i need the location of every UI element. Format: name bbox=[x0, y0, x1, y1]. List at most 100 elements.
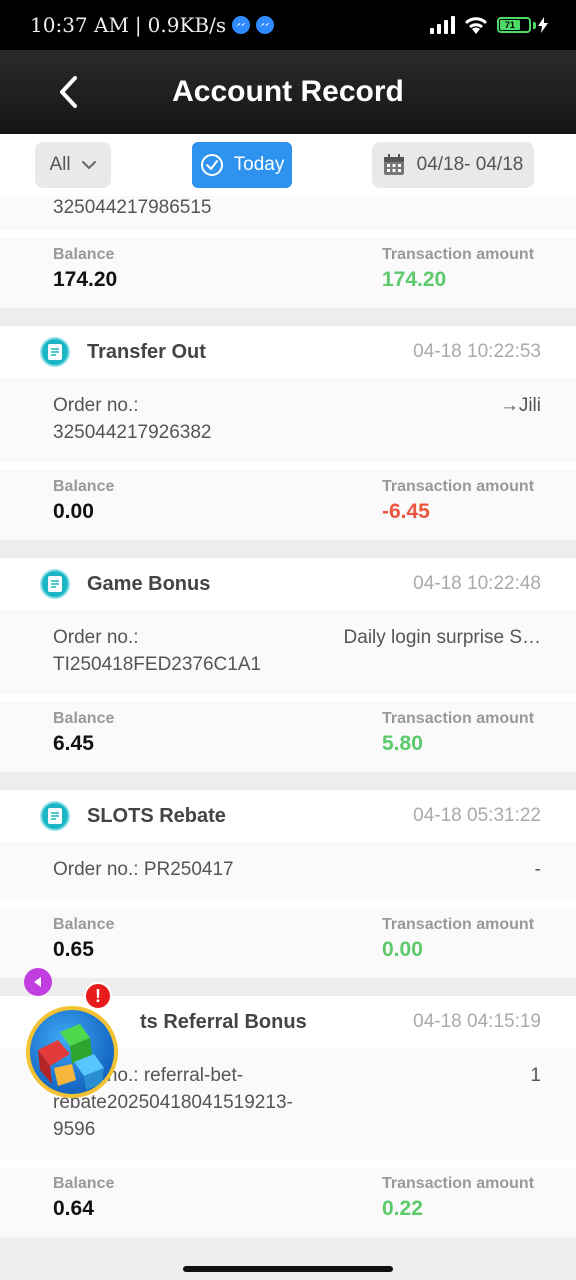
amount-value: 0.00 bbox=[382, 938, 423, 961]
alert-badge[interactable]: ! bbox=[84, 982, 112, 1010]
amount-row: Balance 0.00 Transaction amount -6.45 bbox=[0, 470, 576, 540]
signal-icon bbox=[430, 16, 455, 34]
page-title: Account Record bbox=[172, 75, 404, 108]
amount-label: Transaction amount bbox=[382, 478, 535, 495]
floating-game-widget[interactable] bbox=[26, 1006, 118, 1098]
balance-value: 0.64 bbox=[53, 1197, 94, 1220]
record-type: SLOTS Rebate bbox=[87, 804, 226, 827]
filter-bar: All Today 04/18- 04/18 bbox=[0, 134, 576, 196]
battery-tip bbox=[533, 21, 536, 29]
status-time: 10:37 AM bbox=[30, 13, 129, 37]
status-bar: 10:37 AM | 0.9KB/s 71 bbox=[0, 0, 576, 50]
amount-row: Balance 0.64 Transaction amount 0.22 bbox=[0, 1167, 576, 1237]
battery-level: 71 bbox=[500, 20, 520, 30]
divider bbox=[0, 462, 576, 470]
date-range-picker[interactable]: 04/18- 04/18 bbox=[372, 142, 534, 188]
check-circle-icon bbox=[200, 154, 223, 176]
battery-icon: 71 bbox=[497, 17, 548, 33]
record-card[interactable]: Game Bonus 04-18 10:22:48 Order no.: TI2… bbox=[0, 558, 576, 772]
amount-label: Transaction amount bbox=[382, 246, 535, 263]
order-detail: - bbox=[534, 859, 541, 880]
order-number: 325044217986515 bbox=[0, 196, 576, 230]
cube-game-icon bbox=[38, 1024, 104, 1090]
balance-column: Balance 6.45 bbox=[53, 710, 382, 772]
amount-value: 174.20 bbox=[382, 268, 447, 291]
balance-value: 0.00 bbox=[53, 500, 94, 523]
amount-label: Transaction amount bbox=[382, 710, 535, 727]
record-header: SLOTS Rebate 04-18 05:31:22 bbox=[0, 790, 576, 842]
balance-column: Balance 0.00 bbox=[53, 478, 382, 540]
amount-column: Transaction amount 5.80 bbox=[382, 710, 572, 772]
amount-column: Transaction amount -6.45 bbox=[382, 478, 572, 540]
order-label: Order no.: bbox=[53, 627, 139, 648]
order-number: TI250418FED2376C1A1 bbox=[53, 654, 262, 675]
record-type: ts Referral Bonus bbox=[140, 1010, 307, 1033]
record-card[interactable]: SLOTS Rebate 04-18 05:31:22 Order no.: P… bbox=[0, 790, 576, 978]
record-card[interactable]: Transfer Out 04-18 10:22:53 Order no.: 3… bbox=[0, 326, 576, 540]
record-card-partial: 325044217986515 Balance 174.20 Transacti… bbox=[0, 196, 576, 308]
record-header: Game Bonus 04-18 10:22:48 bbox=[0, 558, 576, 610]
calendar-icon bbox=[383, 154, 404, 175]
home-indicator[interactable] bbox=[183, 1266, 393, 1272]
chevron-down-icon bbox=[81, 161, 96, 170]
record-type: Transfer Out bbox=[87, 340, 206, 363]
record-list[interactable]: 325044217986515 Balance 174.20 Transacti… bbox=[0, 196, 576, 1280]
order-number-line: 9596 bbox=[53, 1119, 96, 1140]
battery-body: 71 bbox=[497, 17, 531, 33]
order-label: Order no.: PR250417 bbox=[53, 859, 234, 880]
amount-label: Transaction amount bbox=[382, 916, 535, 933]
divider bbox=[0, 900, 576, 908]
status-left: 10:37 AM | 0.9KB/s bbox=[30, 13, 275, 37]
balance-label: Balance bbox=[53, 916, 115, 933]
amount-column: Transaction amount 0.22 bbox=[382, 1175, 572, 1237]
amount-value: 5.80 bbox=[382, 732, 423, 755]
balance-label: Balance bbox=[53, 478, 115, 495]
date-range-label: 04/18- 04/18 bbox=[416, 154, 524, 175]
network-speed: 0.9KB/s bbox=[147, 13, 227, 37]
chevron-left-icon bbox=[60, 76, 77, 108]
divider bbox=[0, 1159, 576, 1167]
receipt-icon bbox=[40, 569, 70, 599]
triangle-left-icon bbox=[34, 977, 41, 987]
type-filter-label: All bbox=[49, 154, 71, 175]
order-info: Order no.: PR250417 bbox=[53, 856, 234, 884]
amount-column: Transaction amount 174.20 bbox=[382, 246, 572, 308]
amount-row: Balance 0.65 Transaction amount 0.00 bbox=[0, 908, 576, 978]
receipt-icon bbox=[40, 337, 70, 367]
record-time: 04-18 05:31:22 bbox=[413, 805, 541, 826]
order-label: Order no.: bbox=[53, 395, 139, 416]
order-row: Order no.: TI250418FED2376C1A1 Daily log… bbox=[0, 610, 576, 694]
charging-icon bbox=[538, 17, 548, 33]
balance-label: Balance bbox=[53, 246, 115, 263]
status-separator: | bbox=[134, 13, 142, 37]
order-detail: 1 bbox=[530, 1065, 541, 1086]
card-gap bbox=[0, 772, 576, 790]
amount-value: -6.45 bbox=[382, 500, 430, 523]
collapse-widget-button[interactable] bbox=[24, 968, 52, 996]
record-time: 04-18 10:22:48 bbox=[413, 573, 541, 594]
back-button[interactable] bbox=[48, 66, 88, 118]
wifi-icon bbox=[464, 17, 488, 34]
divider bbox=[0, 230, 576, 238]
record-header: Transfer Out 04-18 10:22:53 bbox=[0, 326, 576, 378]
order-info: Order no.: TI250418FED2376C1A1 bbox=[53, 624, 261, 678]
today-filter-button[interactable]: Today bbox=[192, 142, 292, 188]
balance-label: Balance bbox=[53, 1175, 115, 1192]
order-detail: Daily login surprise S… bbox=[343, 627, 541, 648]
receipt-icon bbox=[40, 801, 70, 831]
card-gap bbox=[0, 540, 576, 558]
divider bbox=[0, 694, 576, 702]
balance-value: 174.20 bbox=[53, 268, 118, 291]
order-detail: →Jili bbox=[499, 395, 541, 416]
status-right: 71 bbox=[429, 15, 548, 35]
record-type: Game Bonus bbox=[87, 572, 211, 595]
balance-column: Balance 0.64 bbox=[53, 1175, 382, 1237]
type-filter-dropdown[interactable]: All bbox=[35, 142, 111, 188]
amount-column: Transaction amount 0.00 bbox=[382, 916, 572, 978]
today-filter-label: Today bbox=[233, 154, 285, 175]
balance-column: Balance 174.20 bbox=[53, 246, 382, 308]
messenger-icon-2 bbox=[256, 16, 275, 34]
amount-value: 0.22 bbox=[382, 1197, 423, 1220]
order-info: Order no.: 325044217926382 bbox=[53, 392, 212, 446]
card-gap bbox=[0, 308, 576, 326]
